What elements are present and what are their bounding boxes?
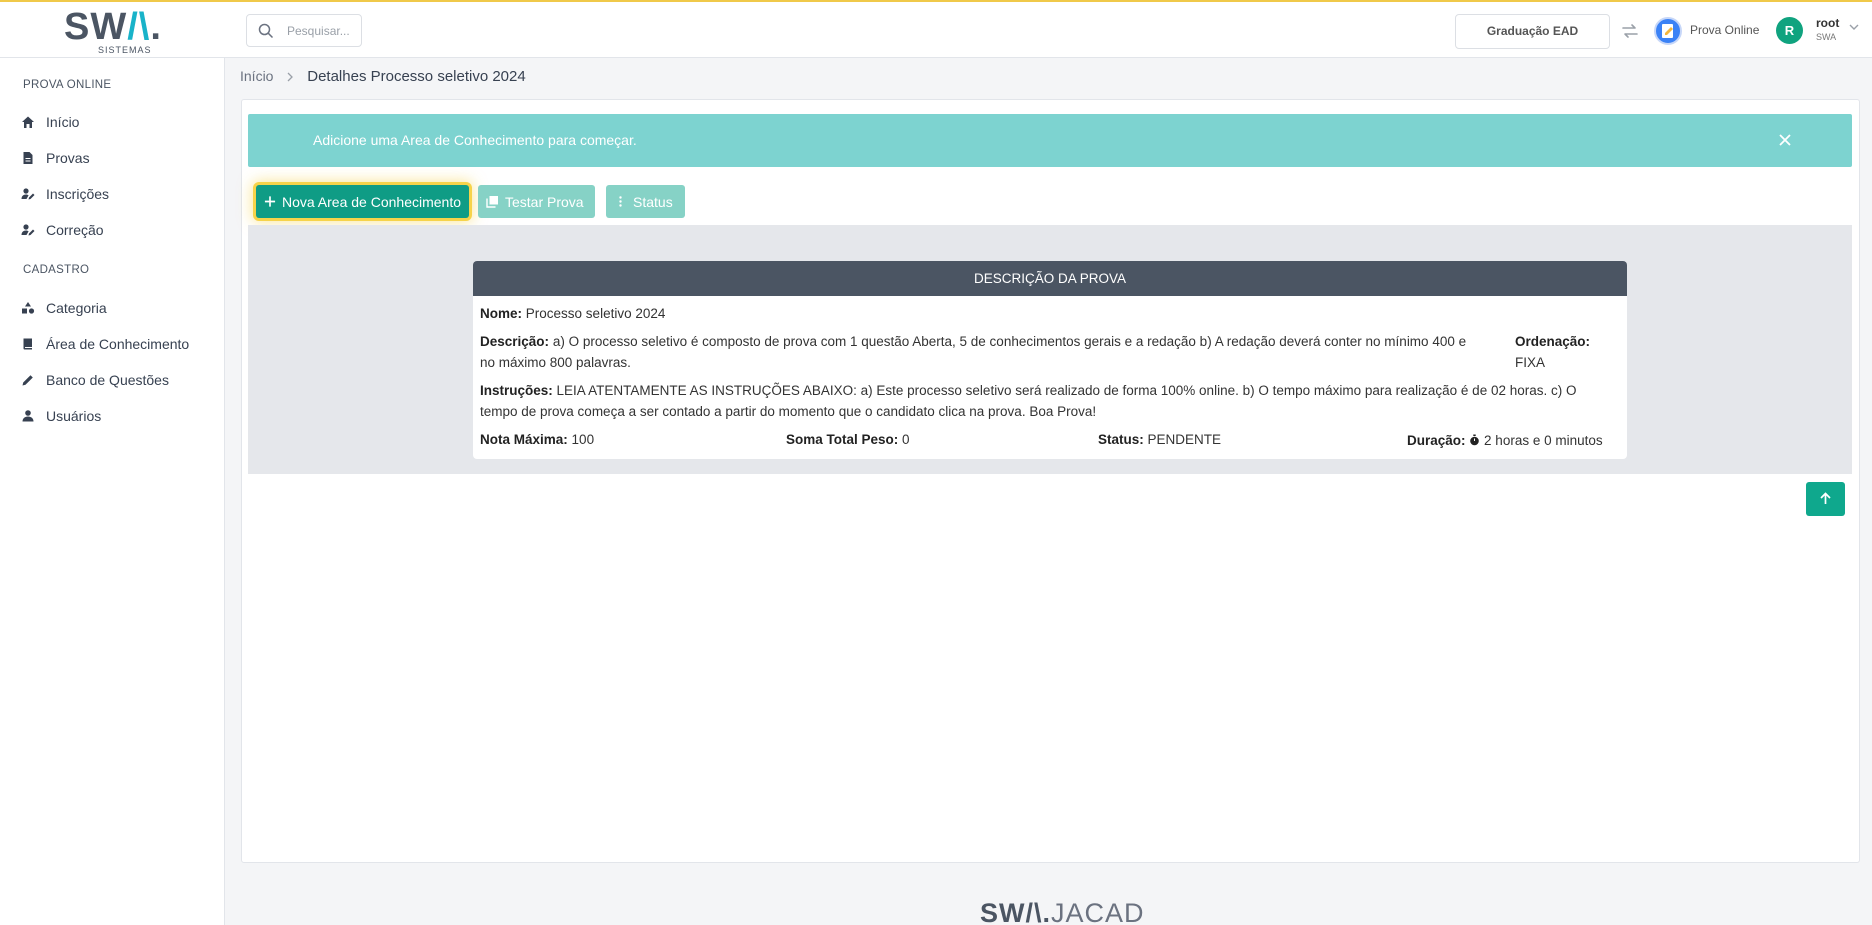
alert-message: Adicione uma Area de Conhecimento para c… (313, 132, 637, 148)
exam-instructions-row: Instruções: LEIA ATENTAMENTE AS INSTRUÇÕ… (480, 380, 1620, 422)
shapes-icon (22, 302, 35, 314)
sidebar-item-label: Usuários (46, 408, 102, 424)
exam-instructions-line1: LEIA ATENTAMENTE AS INSTRUÇÕES ABAIXO: a… (556, 383, 1577, 398)
app-label[interactable]: Prova Online (1690, 23, 1759, 37)
pencil-icon (22, 375, 33, 386)
sidebar-item-correcao[interactable]: Correção (0, 214, 224, 246)
swa-logo[interactable]: SW/\. SISTEMAS (64, 8, 164, 56)
status-label: Status: (1098, 432, 1144, 447)
sidebar-item-usuarios[interactable]: Usuários (0, 400, 224, 432)
sidebar-item-inicio[interactable]: Início (0, 106, 224, 138)
sidebar-item-label: Início (46, 114, 80, 130)
user-icon (22, 410, 34, 422)
button-label: Testar Prova (505, 193, 584, 210)
status-value: PENDENTE (1147, 432, 1222, 447)
footer-brand-product: JACAD (1051, 898, 1145, 925)
chevron-down-icon[interactable] (1848, 22, 1860, 32)
arrow-up-icon (1820, 492, 1831, 504)
max-score-label: Nota Máxima: (480, 432, 568, 447)
sidebar-section-prova-online: PROVA ONLINE (23, 79, 112, 91)
exam-max-score: Nota Máxima: 100 (480, 429, 594, 450)
max-score-value: 100 (571, 432, 595, 447)
user-edit-icon (21, 224, 35, 236)
sidebar-item-banco-de-questoes[interactable]: Banco de Questões (0, 364, 224, 396)
exam-description-label: Descrição: (480, 334, 550, 349)
sidebar-item-provas[interactable]: Provas (0, 142, 224, 174)
exam-description-line2: no máximo 800 palavras. (480, 355, 631, 370)
prova-online-app-icon[interactable] (1654, 17, 1682, 45)
user-name[interactable]: root (1816, 16, 1839, 30)
exam-weight-sum: Soma Total Peso: 0 (786, 429, 910, 450)
sidebar-item-area-de-conhecimento[interactable]: Área de Conhecimento (0, 328, 224, 360)
search-box[interactable] (246, 14, 362, 47)
logo-subtitle: SISTEMAS (98, 45, 152, 55)
home-icon (22, 116, 34, 128)
document-icon (23, 152, 33, 164)
exam-description-card: DESCRIÇÃO DA PROVA Nome: Processo seleti… (473, 261, 1627, 459)
exam-name-row: Nome: Processo seletivo 2024 (480, 303, 665, 324)
button-label: Status (633, 193, 673, 210)
exam-duration: Duração: 2 horas e 0 minutos (1407, 430, 1603, 451)
user-org: SWA (1816, 32, 1837, 42)
exam-instructions-line2: tempo de prova começa a ser contado a pa… (480, 404, 1097, 419)
sidebar-item-categoria[interactable]: Categoria (0, 292, 224, 324)
breadcrumb-current: Detalhes Processo seletivo 2024 (307, 68, 526, 85)
chevron-right-icon (287, 72, 294, 82)
sidebar: PROVA ONLINE Início Provas Inscrições Co… (0, 58, 225, 925)
new-knowledge-area-button[interactable]: Nova Area de Conhecimento (256, 185, 469, 218)
edit-doc-icon (1662, 24, 1673, 38)
copy-icon (486, 196, 498, 208)
sidebar-item-label: Inscrições (46, 186, 110, 202)
close-icon[interactable] (1778, 133, 1792, 147)
sidebar-item-label: Correção (46, 222, 104, 238)
swap-icon[interactable] (1620, 21, 1640, 41)
exam-ordering: FIXA (1515, 355, 1546, 370)
search-input[interactable] (287, 22, 359, 40)
exam-ordering-label: Ordenação: (1515, 334, 1591, 349)
course-selector-button[interactable]: Graduação EAD (1455, 14, 1610, 49)
user-edit-icon (21, 188, 35, 200)
sidebar-item-label: Área de Conhecimento (46, 336, 190, 352)
button-label: Nova Area de Conhecimento (282, 193, 461, 210)
exam-name: Processo seletivo 2024 (525, 306, 666, 321)
footer-brand-main: SW/\. (980, 898, 1051, 925)
breadcrumb: Início Detalhes Processo seletivo 2024 (240, 68, 526, 85)
sidebar-item-inscricoes[interactable]: Inscrições (0, 178, 224, 210)
exam-ordering-row: Ordenação: FIXA (1515, 331, 1590, 373)
scroll-to-top-button[interactable] (1806, 482, 1845, 516)
exam-description-row: Descrição: a) O processo seletivo é comp… (480, 331, 1520, 373)
logo-text: SW/\. (64, 6, 162, 48)
test-exam-button[interactable]: Testar Prova (478, 185, 595, 218)
sidebar-section-cadastro: CADASTRO (23, 264, 90, 276)
duration-value: 2 horas e 0 minutos (1484, 433, 1603, 448)
exam-instructions-label: Instruções: (480, 383, 553, 398)
avatar[interactable]: R (1776, 17, 1803, 44)
weight-label: Soma Total Peso: (786, 432, 899, 447)
top-bar: SW/\. SISTEMAS Graduação EAD Prova Onlin… (0, 0, 1872, 58)
sidebar-item-label: Banco de Questões (46, 372, 169, 388)
status-menu-button[interactable]: Status (606, 185, 685, 218)
more-vertical-icon (619, 196, 622, 207)
card-header: DESCRIÇÃO DA PROVA (473, 261, 1627, 296)
duration-label: Duração: (1407, 433, 1466, 448)
footer-brand: SW/\.JACAD (980, 898, 1145, 925)
info-alert: Adicione uma Area de Conhecimento para c… (248, 114, 1852, 167)
exam-status: Status: PENDENTE (1098, 429, 1221, 450)
sidebar-item-label: Provas (46, 150, 90, 166)
weight-value: 0 (902, 432, 910, 447)
sidebar-item-label: Categoria (46, 300, 107, 316)
book-icon (23, 338, 32, 350)
plus-icon (264, 196, 276, 207)
exam-name-label: Nome: (480, 306, 523, 321)
exam-description-line1: a) O processo seletivo é composto de pro… (552, 334, 1467, 349)
search-icon (258, 23, 274, 39)
stopwatch-icon (1470, 434, 1480, 446)
breadcrumb-home-link[interactable]: Início (240, 68, 273, 84)
